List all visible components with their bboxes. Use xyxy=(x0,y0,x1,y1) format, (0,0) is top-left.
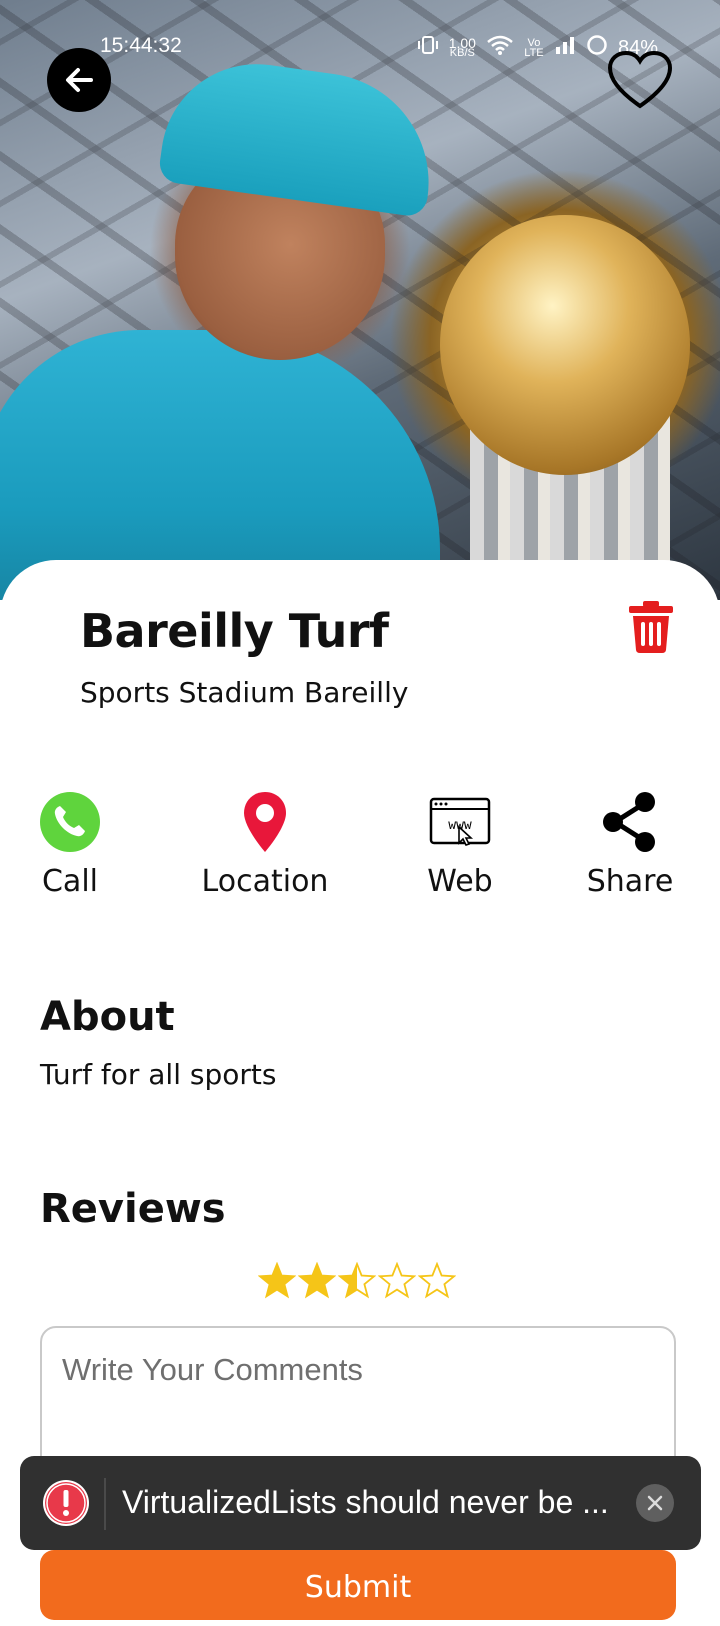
share-label: Share xyxy=(586,864,674,899)
share-icon xyxy=(603,792,655,852)
www-browser-icon: www xyxy=(429,797,491,846)
venue-title: Bareilly Turf xyxy=(80,604,389,658)
toast-message: VirtualizedLists should never be ... xyxy=(122,1484,609,1520)
location-label: Location xyxy=(201,864,329,899)
data-rate-unit: KB/S xyxy=(449,47,475,59)
battery-icon xyxy=(586,34,608,62)
comment-placeholder: Write Your Comments xyxy=(62,1352,363,1387)
star-icon[interactable] xyxy=(378,1262,416,1300)
back-button[interactable] xyxy=(47,48,111,112)
trash-icon xyxy=(629,601,673,653)
delete-button[interactable] xyxy=(628,600,674,654)
heart-outline-icon xyxy=(607,50,673,109)
close-icon[interactable] xyxy=(636,1484,674,1522)
about-heading: About xyxy=(40,994,175,1040)
map-pin-icon xyxy=(244,792,286,852)
star-icon[interactable] xyxy=(418,1262,456,1300)
vibrate-icon xyxy=(417,35,439,61)
phone-icon xyxy=(40,792,100,852)
status-time: 15:44:32 xyxy=(100,34,182,57)
share-action[interactable]: Share xyxy=(585,790,675,899)
signal-icon xyxy=(554,36,576,60)
wifi-icon xyxy=(486,34,514,62)
star-icon[interactable] xyxy=(338,1262,376,1300)
warning-toast[interactable]: VirtualizedLists should never be ... xyxy=(20,1456,701,1550)
star-icon[interactable] xyxy=(258,1262,296,1300)
star-icon[interactable] xyxy=(298,1262,336,1300)
venue-subtitle: Sports Stadium Bareilly xyxy=(80,676,409,709)
about-text: Turf for all sports xyxy=(40,1058,277,1091)
trophy-globe xyxy=(440,215,690,475)
web-label: Web xyxy=(427,864,493,899)
call-action[interactable]: Call xyxy=(30,790,110,899)
arrow-left-icon xyxy=(66,68,93,92)
location-action[interactable]: Location xyxy=(195,790,335,899)
submit-button[interactable]: Submit xyxy=(40,1550,676,1620)
call-label: Call xyxy=(41,864,98,899)
action-row: Call Location www Web Share xyxy=(0,790,720,900)
star-rating[interactable] xyxy=(258,1262,456,1300)
toast-divider xyxy=(104,1478,106,1530)
network-type: Vo LTE xyxy=(524,37,544,59)
reviews-heading: Reviews xyxy=(40,1186,226,1232)
data-rate: 1.00 KB/S xyxy=(449,36,476,59)
web-action[interactable]: www Web xyxy=(420,790,500,899)
warning-icon xyxy=(43,1480,89,1526)
favorite-button[interactable] xyxy=(606,48,674,112)
